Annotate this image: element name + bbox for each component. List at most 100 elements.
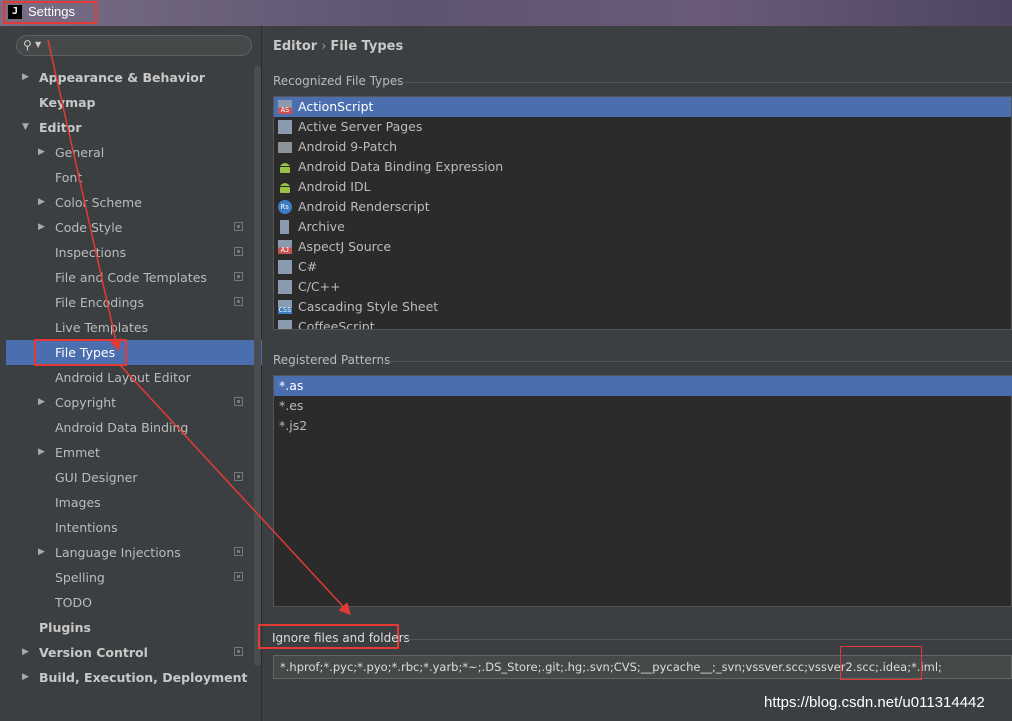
chevron-down-icon[interactable]: ▼ — [22, 115, 32, 140]
project-scope-icon — [234, 297, 243, 306]
sidebar-item-label: Images — [55, 495, 101, 510]
sidebar-item-label: Editor — [39, 120, 82, 135]
sidebar-item-label: File and Code Templates — [55, 270, 207, 285]
file-type-item[interactable]: Active Server Pages — [274, 117, 1011, 137]
pattern-label: *.as — [279, 378, 304, 393]
sidebar-scrollbar[interactable] — [254, 66, 261, 666]
file-type-label: Cascading Style Sheet — [298, 299, 439, 314]
sidebar-item-editor[interactable]: ▼ Editor — [6, 115, 262, 140]
sidebar-item-intentions[interactable]: Intentions — [6, 515, 262, 540]
sidebar-item-android-layout-editor[interactable]: Android Layout Editor — [6, 365, 262, 390]
breadcrumb-parent[interactable]: Editor — [273, 39, 317, 54]
file-type-label: C/C++ — [298, 279, 341, 294]
sidebar-item-general[interactable]: ▶ General — [6, 140, 262, 165]
sidebar-item-label: TODO — [55, 595, 92, 610]
settings-content: Editor › File Types Recognized File Types … — [258, 26, 1012, 721]
section-divider — [402, 639, 1012, 640]
sidebar-item-version-control[interactable]: ▶ Version Control — [6, 640, 262, 665]
sidebar-item-todo[interactable]: TODO — [6, 590, 262, 615]
file-type-item[interactable]: Android IDL — [274, 177, 1011, 197]
title-bar: J Settings — [0, 0, 1012, 26]
chevron-right-icon[interactable]: ▶ — [38, 440, 48, 465]
chevron-right-icon[interactable]: ▶ — [22, 665, 32, 690]
file-type-label: C# — [298, 259, 318, 274]
file-type-label: Active Server Pages — [298, 119, 423, 134]
folder-icon — [278, 142, 292, 153]
file-type-item[interactable]: AS ActionScript — [274, 97, 1011, 117]
sidebar-item-keymap[interactable]: Keymap — [6, 90, 262, 115]
sidebar-item-gui-designer[interactable]: GUI Designer — [6, 465, 262, 490]
chevron-right-icon[interactable]: ▶ — [22, 65, 32, 90]
settings-sidebar: ⚲ ▼ ▶ Appearance & Behavior Keymap ▼ Editor ▶… — [6, 26, 262, 721]
sidebar-item-label: File Encodings — [55, 295, 145, 310]
watermark-text: https://blog.csdn.net/u011314442 — [764, 694, 985, 711]
coffeescript-icon — [278, 320, 292, 329]
sidebar-item-appearance-behavior[interactable]: ▶ Appearance & Behavior — [6, 65, 262, 90]
file-type-item[interactable]: Android 9-Patch — [274, 137, 1011, 157]
sidebar-item-label: Android Layout Editor — [55, 370, 191, 385]
file-type-item[interactable]: Android Data Binding Expression — [274, 157, 1011, 177]
cpp-icon — [278, 280, 292, 294]
pattern-item[interactable]: *.js2 — [274, 416, 1012, 436]
project-scope-icon — [234, 547, 243, 556]
sidebar-item-label: Spelling — [55, 570, 105, 585]
section-divider — [380, 361, 1012, 362]
project-scope-icon — [234, 472, 243, 481]
file-type-item[interactable]: C# — [274, 257, 1011, 277]
file-type-item[interactable]: CoffeeScript — [274, 317, 1011, 329]
project-scope-icon — [234, 572, 243, 581]
sidebar-item-label: Color Scheme — [55, 195, 142, 210]
sidebar-item-label: General — [55, 145, 105, 160]
pattern-label: *.js2 — [279, 418, 308, 433]
sidebar-item-inspections[interactable]: Inspections — [6, 240, 262, 265]
file-type-item[interactable]: Archive — [274, 217, 1011, 237]
sidebar-item-live-templates[interactable]: Live Templates — [6, 315, 262, 340]
search-input[interactable]: ⚲ ▼ — [16, 35, 252, 56]
sidebar-item-emmet[interactable]: ▶ Emmet — [6, 440, 262, 465]
file-type-item[interactable]: CSS Cascading Style Sheet — [274, 297, 1011, 317]
search-icon: ⚲ — [23, 38, 32, 52]
sidebar-item-font[interactable]: Font — [6, 165, 262, 190]
chevron-right-icon[interactable]: ▶ — [38, 540, 48, 565]
section-divider — [392, 82, 1012, 83]
asp-icon — [278, 120, 292, 134]
sidebar-item-file-types[interactable]: File Types — [6, 340, 262, 365]
file-type-item[interactable]: Rs Android Renderscript — [274, 197, 1011, 217]
file-type-item[interactable]: AJ AspectJ Source — [274, 237, 1011, 257]
chevron-right-icon[interactable]: ▶ — [38, 390, 48, 415]
file-type-label: Android IDL — [298, 179, 371, 194]
sidebar-item-code-style[interactable]: ▶ Code Style — [6, 215, 262, 240]
sidebar-item-android-data-binding[interactable]: Android Data Binding — [6, 415, 262, 440]
file-type-item[interactable]: C/C++ — [274, 277, 1011, 297]
sidebar-item-color-scheme[interactable]: ▶ Color Scheme — [6, 190, 262, 215]
project-scope-icon — [234, 397, 243, 406]
sidebar-item-spelling[interactable]: Spelling — [6, 565, 262, 590]
chevron-right-icon[interactable]: ▶ — [38, 190, 48, 215]
sidebar-item-plugins[interactable]: Plugins — [6, 615, 262, 640]
pattern-item[interactable]: *.as — [274, 376, 1012, 396]
sidebar-item-label: Android Data Binding — [55, 420, 189, 435]
android-icon — [278, 180, 292, 194]
aspectj-icon: AJ — [278, 240, 292, 254]
sidebar-item-label: Font — [55, 170, 83, 185]
chevron-right-icon[interactable]: ▶ — [22, 640, 32, 665]
chevron-right-icon[interactable]: ▶ — [38, 140, 48, 165]
sidebar-item-label: Appearance & Behavior — [39, 70, 205, 85]
sidebar-item-build-execution-deployment[interactable]: ▶ Build, Execution, Deployment — [6, 665, 262, 690]
recognized-file-types-label: Recognized File Types — [273, 74, 404, 88]
sidebar-item-file-and-code-templates[interactable]: File and Code Templates — [6, 265, 262, 290]
registered-patterns-label: Registered Patterns — [273, 353, 391, 367]
sidebar-item-copyright[interactable]: ▶ Copyright — [6, 390, 262, 415]
sidebar-item-images[interactable]: Images — [6, 490, 262, 515]
sidebar-item-language-injections[interactable]: ▶ Language Injections — [6, 540, 262, 565]
project-scope-icon — [234, 272, 243, 281]
actionscript-icon: AS — [278, 100, 292, 114]
pattern-item[interactable]: *.es — [274, 396, 1012, 416]
sidebar-item-file-encodings[interactable]: File Encodings — [6, 290, 262, 315]
ignore-files-label: Ignore files and folders — [272, 631, 410, 645]
chevron-right-icon[interactable]: ▶ — [38, 215, 48, 240]
sidebar-item-label: Plugins — [39, 620, 91, 635]
sidebar-item-label: Build, Execution, Deployment — [39, 670, 248, 685]
project-scope-icon — [234, 247, 243, 256]
file-type-label: Android Renderscript — [298, 199, 430, 214]
